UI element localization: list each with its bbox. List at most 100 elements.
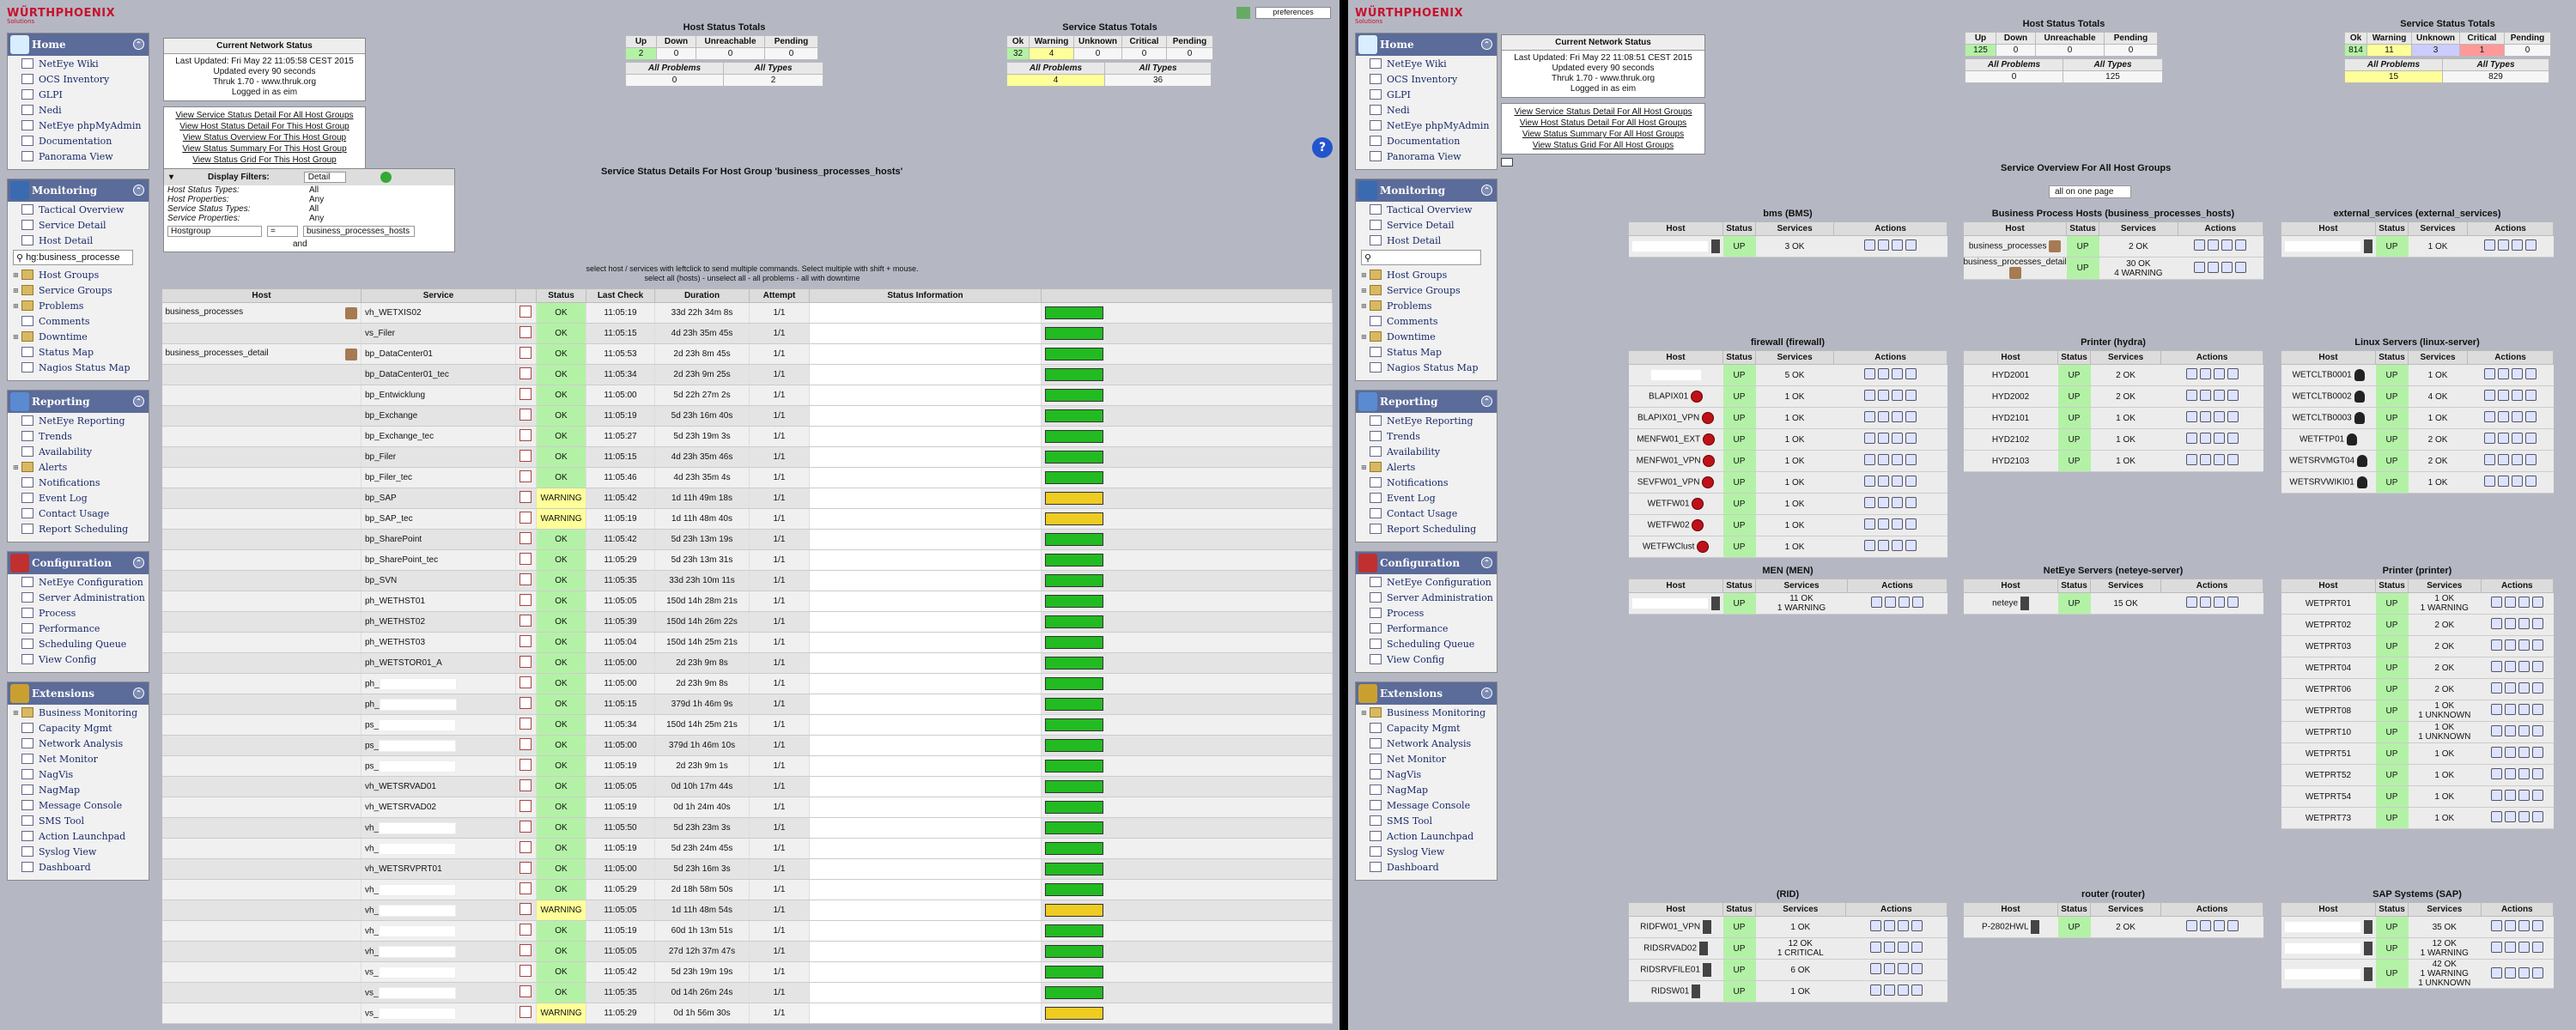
command-icon[interactable] [2531, 811, 2543, 822]
details-icon[interactable] [2518, 661, 2530, 672]
details-icon[interactable] [2213, 411, 2225, 422]
services-cell[interactable]: 1 OK 1 UNKNOWN [2408, 700, 2482, 722]
details-icon[interactable] [1892, 540, 1904, 551]
host-problem-value[interactable]: 125 [2063, 70, 2163, 83]
sidebar-item-message-console[interactable]: Message Console [1356, 797, 1497, 813]
service-problem-value[interactable]: 829 [2442, 70, 2549, 83]
graph-icon[interactable] [1878, 390, 1890, 401]
sidebar-item-status-map[interactable]: Status Map [8, 344, 149, 360]
column-header-last-check[interactable]: Last Check [586, 288, 655, 303]
table-row[interactable]: bp_DataCenter01_tec OK 11:05:34 2d 23h 9… [161, 364, 1333, 385]
service-count[interactable]: 1 OK [2409, 749, 2482, 759]
details-icon[interactable] [1892, 518, 1904, 530]
search-icon[interactable] [2484, 390, 2496, 401]
services-cell[interactable]: 2 OK [2090, 916, 2161, 938]
sidebar-item-availability[interactable]: Availability [1356, 444, 1497, 459]
host-cell[interactable]: WETFW01 [1628, 493, 1723, 515]
host-row[interactable]: MENFW01_VPN UP 1 OK [1628, 450, 1947, 472]
search-icon[interactable] [2490, 597, 2502, 608]
sidebar-item-service-groups[interactable]: ⊞ Service Groups [8, 282, 149, 298]
graph-icon[interactable] [515, 529, 537, 550]
column-header-service[interactable]: Service [361, 288, 516, 303]
search-icon[interactable] [2490, 811, 2502, 822]
host-row[interactable]: WETFW01 UP 1 OK [1628, 493, 1947, 515]
service-total-header[interactable]: Pending [1166, 35, 1213, 48]
service-count[interactable]: 5 OK [1756, 371, 1834, 380]
search-icon[interactable] [2490, 747, 2502, 758]
sidebar-item-business-monitoring[interactable]: ⊞ Business Monitoring [1356, 705, 1497, 720]
host-cell[interactable]: business_processes_detail [1963, 257, 2067, 280]
host-problem-value[interactable]: 0 [625, 74, 724, 87]
host-row[interactable]: SEVFW01_VPN UP 1 OK [1628, 471, 1947, 494]
command-icon[interactable] [1905, 518, 1917, 530]
collapse-icon[interactable]: ⌃ [133, 688, 144, 699]
host-cell[interactable] [161, 694, 361, 715]
sidebar-item-alerts[interactable]: ⊞ Alerts [1356, 459, 1497, 475]
service-cell[interactable]: vh_ [361, 920, 516, 942]
details-icon[interactable] [2512, 390, 2524, 401]
services-cell[interactable]: 12 OK 1 CRITICAL [1755, 937, 1846, 960]
search-icon[interactable] [2484, 411, 2496, 422]
service-cell[interactable]: vh_ [361, 817, 516, 839]
sidebar-item-downtime[interactable]: ⊞ Downtime [8, 329, 149, 344]
service-count[interactable]: 1 OK [1756, 435, 1834, 445]
graph-icon[interactable] [2498, 390, 2510, 401]
sidebar-item-ocs-inventory[interactable]: OCS Inventory [8, 71, 149, 87]
graph-icon[interactable] [515, 632, 537, 653]
host-total-header[interactable]: Pending [764, 35, 818, 48]
graph-icon[interactable] [515, 405, 537, 427]
graph-icon[interactable] [2504, 597, 2516, 608]
services-cell[interactable]: 1 OK [2090, 407, 2161, 429]
sidebar-item-downtime[interactable]: ⊞ Downtime [1356, 329, 1497, 344]
graph-icon[interactable] [515, 343, 537, 365]
command-icon[interactable] [1905, 239, 1917, 251]
host-cell[interactable]: HYD2102 [1963, 428, 2058, 451]
sidebar-item-neteye-configuration[interactable]: NetEye Configuration [8, 574, 149, 590]
details-icon[interactable] [2518, 966, 2530, 978]
sidebar-item-host-detail[interactable]: Host Detail [8, 233, 149, 248]
service-total-value[interactable]: 32 [1006, 47, 1030, 60]
search-icon[interactable] [2490, 639, 2502, 651]
service-cell[interactable]: ps_ [361, 755, 516, 777]
host-row[interactable]: WETSRVWIKI01 UP 1 OK [2281, 471, 2554, 494]
graph-icon[interactable] [515, 735, 537, 756]
search-icon[interactable] [1869, 963, 1881, 974]
sidebar-item-message-console[interactable]: Message Console [8, 797, 149, 813]
details-icon[interactable] [2512, 368, 2524, 379]
table-row[interactable]: vs_ WARNING 11:05:29 0d 1h 56m 30s 1/1 [161, 1003, 1333, 1024]
services-cell[interactable]: 30 OK 4 WARNING [2099, 257, 2178, 280]
host-total-value[interactable]: 0 [2104, 44, 2158, 57]
service-count[interactable]: 1 OK [2409, 478, 2468, 488]
table-row[interactable]: bp_Entwicklung OK 11:05:00 5d 22h 27m 2s… [161, 385, 1333, 406]
service-cell[interactable]: bp_SAP_tec [361, 508, 516, 530]
sidebar-item-service-groups[interactable]: ⊞ Service Groups [1356, 282, 1497, 298]
details-icon[interactable] [2512, 454, 2524, 465]
host-cell[interactable]: MENFW01_VPN [1628, 450, 1723, 472]
services-cell[interactable]: 6 OK [1755, 959, 1846, 981]
graph-icon[interactable] [2498, 476, 2510, 487]
sidebar-item-trends[interactable]: Trends [8, 428, 149, 444]
command-icon[interactable] [2227, 454, 2239, 465]
service-count[interactable]: 1 OK [1756, 478, 1834, 488]
details-icon[interactable] [2518, 768, 2530, 779]
host-cell[interactable]: RIDSRVFILE01 [1628, 959, 1723, 981]
sidebar-item-service-detail[interactable]: Service Detail [1356, 217, 1497, 233]
group-title[interactable]: Printer (printer) [2281, 566, 2554, 576]
expand-icon[interactable]: ⊞ [13, 464, 21, 471]
host-cell[interactable]: BLAPIX01 [1628, 385, 1723, 408]
host-cell[interactable] [2281, 235, 2376, 258]
service-cell[interactable]: ph_ [361, 694, 516, 715]
sidebar-item-nagvis[interactable]: NagVis [8, 766, 149, 782]
details-icon[interactable] [1892, 433, 1904, 444]
command-icon[interactable] [1905, 411, 1917, 422]
graph-icon[interactable] [1883, 963, 1895, 974]
group-title[interactable]: Business Process Hosts (business_process… [1963, 209, 2263, 219]
services-cell[interactable]: 4 OK [2408, 385, 2468, 408]
network-status-line[interactable]: Thruk 1.70 - www.thruk.org [167, 77, 362, 88]
host-row[interactable]: UP 42 OK 1 WARNING 1 UNKNOWN [2281, 959, 2554, 989]
service-count[interactable]: 1 OK [1756, 414, 1834, 423]
services-cell[interactable]: 1 OK [1755, 407, 1834, 429]
service-count[interactable]: 11 OK [1756, 594, 1848, 603]
service-cell[interactable]: bp_Entwicklung [361, 385, 516, 406]
service-count[interactable]: 2 OK [2409, 642, 2482, 651]
